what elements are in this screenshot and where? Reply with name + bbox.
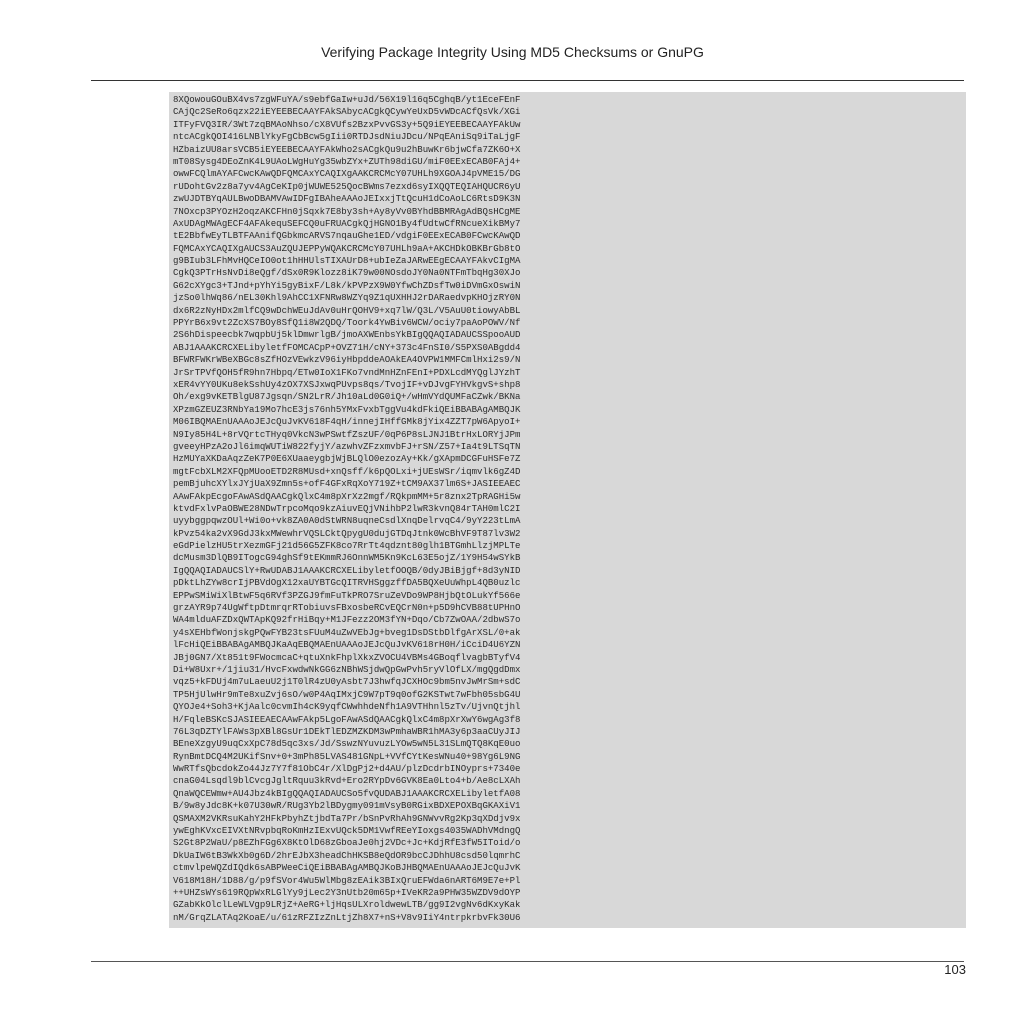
code-line: G62cXYgc3+TJnd+pYhYi5gyBixF/L8k/kPVPzX9W… [173,279,521,291]
code-line: S2Gt8P2WaU/p8EZhFGg6X8KtOlD68zGboaJe0hj2… [173,837,521,849]
code-line: HZbaizUU8arsVCB5iEYEEBECAAYFAkWho2sACgkQ… [173,143,521,155]
code-line: Di+W8Uxr+/1jiu31/HvcFxwdwNkGG6zNBhWSjdwQ… [173,663,521,675]
code-line: ++UHZsWYs619RQpWxRLGlYy9jLec2Y3nUtb20m65… [173,887,521,898]
code-line: 2S6hDispeecbk7wqpbUj5klDmwrlgB/jmoAXWEnb… [173,329,521,341]
code-line: JrSrTPVfQOH5fR9hn7Hbpq/ETw0IoX1FKo7vndMn… [173,366,521,378]
code-line: CgkQ3PTrHsNvDi8eQgf/dSx0R9Klozz8iK79w00N… [173,267,521,279]
code-line: owwFCQlmAYAFCwcKAwQDFQMCAxYCAQIXgAAKCRCM… [173,168,521,180]
code-line: AAwFAkpEcgoFAwASdQAACgkQlxC4m8pXrXz2mgf/… [173,490,521,502]
code-line: grzAYR9p74UgWftpDtmrqrRTobiuvsFBxosbeRCv… [173,602,521,614]
code-line: ABJ1AAAKCRCXELibyletfFOMCACpP+OVZ71H/cNY… [173,341,521,353]
code-line: Oh/exg9vKETBlgU87Jgsqn/SN2LrR/Jh10aLd0G0… [173,391,521,403]
page-number: 103 [944,962,966,977]
code-line: eGdPielzHU5trXezmGFj21d56G5ZFK8co7RrTt4q… [173,540,521,552]
code-line: IgQQAQIADAUCSlY+RwUDABJ1AAAKCRCXELibylet… [173,564,521,576]
code-line: dx6R2zNyHDx2mlfCQ9wDchWEuJdAv0uHrQOHV9+x… [173,304,521,316]
code-line: QnaWQCEWmw+AU4Jbz4kBIgQQAQIADAUCSo5fvQUD… [173,787,521,799]
code-line: DkUaIW6tB3WkXb0g6D/2hrEJbX3headChHKSB8eQ… [173,849,521,861]
code-line: tE2BbfwEyTLBTFAAnifQGbkmcARVS7nqauGhe1ED… [173,230,521,242]
code-line: AxUDAgMWAgECF4AFAkequSEFCQ0uFRUACgkQjHGN… [173,217,521,229]
code-line: kPvz54ka2vX9GdJ3kxMWewhrVQSLCktQpygU0duj… [173,527,521,539]
code-line: WwRTfsQbcdokZo44Jz7Y7f81ObC4r/XlDgPj2+d4… [173,763,521,775]
code-line: 76L3qDZTYlFAWs3pXBl8GsUr1DEkTlEDZMZKDM3w… [173,725,521,737]
code-line: zwUJDTBYqAULBwoDBAMVAwIDFgIBAheAAAoJEIxx… [173,193,521,205]
footer-divider [91,961,964,962]
code-line: PPYrB6x9vt2ZcXS7BOy8SfQ1i8W2QDQ/Toork4Yw… [173,317,521,329]
code-line: y4sXEHbfWonjskgPQwFYB23tsFUuM4uZwVEbJg+b… [173,626,521,638]
code-line: TP5HjUlwHr9mTe8xuZvj6sO/w0P4AqIMxjC9W7pT… [173,688,521,700]
code-line: CAjQc2SeRo6qzx22iEYEEBECAAYFAkSAbycACgkQ… [173,106,521,118]
code-line: g9BIub3LFhMvHQCeIO0ot1hHHUlsTIXAUrD8+ubI… [173,255,521,267]
page-header-title: Verifying Package Integrity Using MD5 Ch… [321,44,704,60]
code-line: FQMCAxYCAQIXgAUCS3AuZQUJEPPyWQAKCRCMcY07… [173,242,521,254]
code-line: pDktLhZYw8crIjPBVdOgX12xaUYBTGcQITRVHSgg… [173,577,521,589]
code-line: nM/GrqZLATAq2KoaE/u/61zRFZIzZnLtjZh8X7+n… [173,911,521,923]
code-line: EPPwSMiWiXlBtwF5q6RVf3PZGJ9fmFuTkPRO7Sru… [173,589,521,601]
code-line: 8XQowouGOuBX4vs7zgWFuYA/s9ebfGaIw+uJd/56… [173,94,521,105]
code-line: B/9w8yJdc8K+k07U30wR/RUg3Yb2lBDygmy091mV… [173,800,521,812]
code-line: xER4vYY0UKu8ekSshUy4zOX7XSJxwqPUvps8qs/T… [173,378,521,390]
code-line: RynBmtDCQ4M2UKifSnv+0+3mPh85LVAS481GNpL+… [173,750,521,762]
code-line: mT08Sysg4DEoZnK4L9UAoLWgHuYg35wbZYx+ZUTh… [173,155,521,167]
code-line: XPzmGZEUZ3RNbYa19Mo7hcE3js76nh5YMxFvxbTg… [173,403,521,415]
code-line: vqz5+kFDUj4m7uLaeuU2j1T0lR4zU0yAsbt7J3hw… [173,676,521,688]
code-line: JBj0GN7/Xt851t9FWocmcaC+qtuXnkFhplXkxZVO… [173,651,521,663]
code-line: V618M18H/1D88/g/p9fSVor4Wu5WlMbg8zEAik3B… [173,874,521,886]
code-line: ITFyFVQ3IR/3Wt7zqBMAoNhso/cX8VUfs2BzxPvv… [173,118,521,130]
code-line: H/FqleBSKcSJASIEEAECAAwFAkp5LgoFAwASdQAA… [173,713,521,725]
code-line: lFcHiQEiBBABAgAMBQJKaAqEBQMAEnUAAAoJEJcQ… [173,639,521,651]
code-line: jzSo0lhWq86/nEL30Khl9AhCC1XFNRw8WZYq9Z1q… [173,292,521,304]
header-divider [91,80,964,81]
code-line: ywEghKVxcEIVXtNRvpbqRoKmHzIExvUQck5DM1Vw… [173,825,521,837]
code-line: 7NOxcp3PYOzH2oqzAKCFHn0jSqxk7E8by3sh+Ay8… [173,205,521,217]
code-line: ktvdFxlvPaOBWE28NDwTrpcoMqo9kzAiuvEQjVNi… [173,502,521,514]
code-line: N9Iy85H4L+8rVQrtcTHyq0VkcN3wPSwtfZszUF/0… [173,428,521,440]
code-line: GZabKkOlclLeWLVgp9LRjZ+AeRG+ljHqsULXrold… [173,899,521,911]
code-line: dcMusm3DlQB9ITogcG94ghSf9tEKmmRJ6OnnWM5K… [173,552,521,564]
code-line: M06IBQMAEnUAAAoJEJcQuJvKV618F4qH/innejIH… [173,416,521,428]
code-line: uyybggpqwzOUl+Wi0o+vk8ZA0A0dStWRN8uqneCs… [173,515,521,527]
code-line: ctmvlpeWQZdIQdk6sABPWeeCiQEiBBABAgAMBQJK… [173,862,521,874]
code-line: cnaG04Lsqdl9blCvcgJgltRquu3kRvd+Ero2RYpD… [173,775,521,787]
code-line: gveeyHPzA2oJl6imqWUTiW822fyjY/azwhvZFzxm… [173,440,521,452]
code-line: mgtFcbXLM2XFQpMUooETD2R8MUsd+xnQsff/k6pQ… [173,465,521,477]
code-line: pemBjuhcXYlxJYjUaX9Zmn5s+ofF4GFxRqXoY719… [173,478,521,490]
code-block: 8XQowouGOuBX4vs7zgWFuYA/s9ebfGaIw+uJd/56… [169,92,966,928]
code-line: WA4mlduAFZDxQWTApKQ92frHiBqy+M1JFezz2OM3… [173,614,521,626]
code-line: QYOJe4+Soh3+KjAalc0cvmIh4cK9yqfCWwhhdeNf… [173,701,521,713]
code-line: ntcACgkQOI416LNBlYkyFgCbBcw5gIii0RTDJsdN… [173,131,521,143]
code-line: HzMUYaXKDaAqzZeK7P0E6XUaaeygbjWjBLQlO0ez… [173,453,521,465]
code-line: QSMAXM2VKRsuKahY2HFkPbyhZtjbdTa7Pr/bSnPv… [173,812,521,824]
code-line: rUDohtGv2z8a7yv4AgCeKIp0jWUWE525QocBWms7… [173,180,521,192]
code-line: BFWRFWKrWBeXBGc8sZfHOzVEwkzV96iyHbpddeAO… [173,354,521,366]
code-line: BEneXzgyU9uqCxXpC78d5qc3xs/Jd/SswzNYuvuz… [173,738,521,750]
